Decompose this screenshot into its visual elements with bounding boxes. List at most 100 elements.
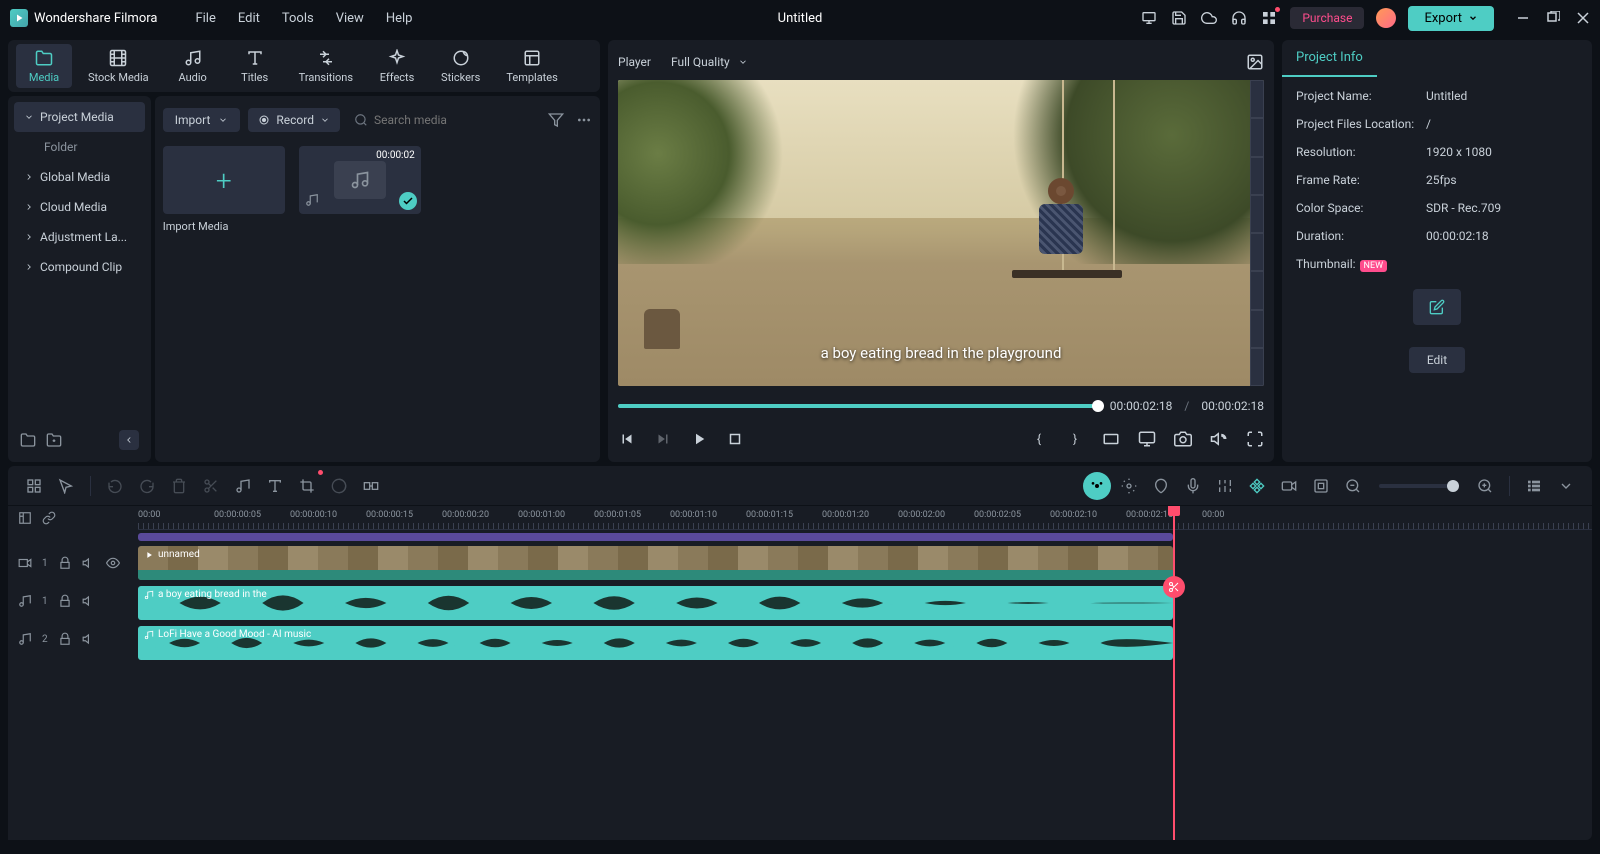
sidebar-project-media[interactable]: Project Media [14,102,145,132]
mixer-icon[interactable] [1211,472,1239,500]
ai-button[interactable] [1083,472,1111,500]
tab-stock-media[interactable]: Stock Media [78,44,159,88]
delete-icon[interactable] [165,472,193,500]
export-button[interactable]: Export [1408,6,1494,31]
keyframe-icon[interactable] [1243,472,1271,500]
device-icon[interactable] [1140,9,1158,27]
import-dropdown[interactable]: Import [163,108,241,132]
enhance-icon[interactable] [1115,472,1143,500]
video-clip[interactable]: unnamed [138,546,1173,580]
import-media-tile[interactable]: + Import Media [163,146,285,233]
tab-stickers[interactable]: Stickers [431,44,490,88]
mute-icon[interactable] [82,594,96,608]
search-input[interactable] [374,113,530,127]
new-bin-icon[interactable] [46,432,62,448]
zoom-out-icon[interactable] [1339,472,1367,500]
group-icon[interactable] [357,472,385,500]
quality-dropdown[interactable]: Full Quality [671,55,748,69]
mark-out-icon[interactable]: } [1066,430,1084,448]
mute-icon[interactable] [82,632,96,646]
apps-icon[interactable] [1260,9,1278,27]
zoom-in-icon[interactable] [1471,472,1499,500]
purchase-button[interactable]: Purchase [1290,7,1364,29]
frame-icon[interactable] [1307,472,1335,500]
tab-templates[interactable]: Templates [496,44,567,88]
audio-edit-icon[interactable] [229,472,257,500]
progress-bar[interactable] [618,404,1098,408]
lock-icon[interactable] [58,556,72,570]
mute-icon[interactable] [82,556,96,570]
link-icon[interactable] [42,511,56,525]
timeline-ruler[interactable]: 00:00 00:00:00:05 00:00:00:10 00:00:00:1… [138,506,1592,530]
split-icon[interactable] [1163,576,1185,598]
cloud-icon[interactable] [1200,9,1218,27]
info-tab[interactable]: Project Info [1282,40,1377,77]
lock-icon[interactable] [58,632,72,646]
marker-clip[interactable] [138,533,1173,541]
mic-icon[interactable] [1179,472,1207,500]
cursor-icon[interactable] [52,472,80,500]
audio-track-2-head[interactable]: 2 [8,620,138,658]
menu-edit[interactable]: Edit [238,11,260,26]
collapse-sidebar-button[interactable] [119,430,139,450]
volume-icon[interactable] [1210,430,1228,448]
audio-track-1-head[interactable]: 1 [8,582,138,620]
menu-help[interactable]: Help [386,11,413,26]
prev-frame-icon[interactable] [618,430,636,448]
adjust-icon[interactable] [18,511,32,525]
next-frame-icon[interactable] [654,430,672,448]
sidebar-global-media[interactable]: Global Media [14,162,145,192]
eye-icon[interactable] [106,556,120,570]
video-track-head[interactable]: 1 [8,544,138,582]
edit-button[interactable]: Edit [1409,347,1465,373]
menu-file[interactable]: File [195,11,215,26]
headphones-icon[interactable] [1230,9,1248,27]
record-dropdown[interactable]: Record [248,108,340,132]
fullscreen-icon[interactable] [1246,430,1264,448]
menu-tools[interactable]: Tools [282,11,314,26]
sidebar-cloud-media[interactable]: Cloud Media [14,192,145,222]
menu-view[interactable]: View [336,11,364,26]
camera-icon[interactable] [1174,430,1192,448]
grid-icon[interactable] [20,472,48,500]
redo-icon[interactable] [133,472,161,500]
tab-titles[interactable]: Titles [227,44,283,88]
marker-icon[interactable] [1147,472,1175,500]
video-preview[interactable]: a boy eating bread in the playground [618,80,1264,386]
thumbnail-edit-icon[interactable] [1413,289,1461,325]
color-icon[interactable] [325,472,353,500]
playhead[interactable] [1173,506,1175,840]
user-avatar[interactable] [1376,8,1396,28]
more-icon[interactable] [576,112,592,128]
text-tool-icon[interactable] [261,472,289,500]
maximize-button[interactable] [1546,11,1560,25]
play-icon[interactable] [690,430,708,448]
save-icon[interactable] [1170,9,1188,27]
lock-icon[interactable] [58,594,72,608]
audio-clip-2[interactable]: LoFi Have a Good Mood - AI music [138,626,1173,660]
display-icon[interactable] [1138,430,1156,448]
options-icon[interactable] [1552,472,1580,500]
render-icon[interactable] [1275,472,1303,500]
stop-icon[interactable] [726,430,744,448]
scissors-icon[interactable] [197,472,225,500]
mark-in-icon[interactable]: { [1030,430,1048,448]
close-button[interactable] [1576,11,1590,25]
tab-audio[interactable]: Audio [165,44,221,88]
crop-icon[interactable] [293,472,321,500]
undo-icon[interactable] [101,472,129,500]
tab-media[interactable]: Media [16,44,72,88]
sidebar-folder[interactable]: Folder [14,132,145,162]
audio-clip-1[interactable]: a boy eating bread in the [138,586,1173,620]
audio-media-tile[interactable]: 00:00:02 [299,146,421,233]
tab-effects[interactable]: Effects [369,44,425,88]
list-view-icon[interactable] [1520,472,1548,500]
snapshot-icon[interactable] [1246,53,1264,71]
minimize-button[interactable] [1516,11,1530,25]
sidebar-adjustment-layer[interactable]: Adjustment La... [14,222,145,252]
new-folder-icon[interactable] [20,432,36,448]
filter-icon[interactable] [548,112,564,128]
timeline-tracks[interactable]: 00:00 00:00:00:05 00:00:00:10 00:00:00:1… [138,506,1592,840]
sidebar-compound-clip[interactable]: Compound Clip [14,252,145,282]
ratio-icon[interactable] [1102,430,1120,448]
